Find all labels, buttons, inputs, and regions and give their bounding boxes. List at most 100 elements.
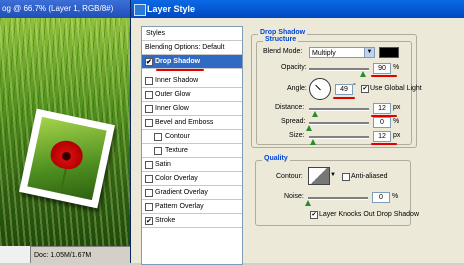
style-item-label: Satin bbox=[155, 161, 171, 168]
size-label: Size: bbox=[289, 132, 305, 139]
document-size: Doc: 1.05M/1.67M bbox=[34, 252, 92, 259]
contour-label: Contour: bbox=[276, 173, 303, 180]
opacity-label: Opacity: bbox=[281, 64, 307, 71]
drop-shadow-checkbox[interactable]: ✔ bbox=[145, 58, 153, 66]
check-mark-icon: ✔ bbox=[146, 218, 152, 225]
annotation-underline bbox=[333, 97, 355, 99]
styles-header-label: Styles bbox=[146, 30, 166, 37]
distance-input[interactable]: 12 bbox=[373, 103, 391, 114]
style-item-label: Bevel and Emboss bbox=[155, 119, 214, 126]
contour-picker[interactable] bbox=[308, 167, 330, 185]
blend-mode-label: Blend Mode: bbox=[263, 48, 303, 55]
noise-input[interactable]: 0 bbox=[372, 192, 390, 203]
style-item-contour[interactable]: Contour bbox=[142, 130, 242, 144]
quality-title: Quality bbox=[262, 155, 290, 162]
size-slider-thumb[interactable] bbox=[310, 139, 316, 145]
poppy-stem bbox=[60, 166, 68, 189]
anti-aliased-checkbox[interactable] bbox=[342, 173, 350, 181]
angle-dial[interactable] bbox=[309, 78, 331, 100]
knockout-checkbox[interactable]: ✔ bbox=[310, 211, 318, 219]
style-item-satin[interactable]: Satin bbox=[142, 158, 242, 172]
angle-label: Angle: bbox=[287, 85, 307, 92]
blend-mode-value: Multiply bbox=[312, 50, 336, 57]
style-item-label: Inner Glow bbox=[155, 105, 189, 112]
document-canvas[interactable] bbox=[0, 18, 140, 246]
structure-title: Structure bbox=[263, 36, 299, 43]
distance-unit: px bbox=[393, 104, 401, 111]
style-checkbox[interactable] bbox=[145, 203, 153, 211]
framed-photo bbox=[19, 108, 115, 209]
opacity-unit: % bbox=[393, 64, 400, 71]
style-item-label: Stroke bbox=[155, 217, 176, 224]
document-window: og @ 66.7% (Layer 1, RGB/8#) Doc: 1.05M/… bbox=[0, 0, 140, 263]
style-checkbox[interactable] bbox=[154, 147, 162, 155]
spread-slider-thumb[interactable] bbox=[306, 125, 312, 131]
style-item-label: Contour bbox=[165, 133, 190, 140]
style-item-pattern-overlay[interactable]: Pattern Overlay bbox=[142, 200, 242, 214]
dialog-title-bar[interactable]: Layer Style bbox=[131, 0, 464, 18]
style-checkbox[interactable] bbox=[145, 119, 153, 127]
zoom-field[interactable] bbox=[0, 246, 31, 263]
opacity-input[interactable]: 90 bbox=[373, 63, 391, 74]
size-slider[interactable] bbox=[309, 136, 369, 139]
style-item-gradient-overlay[interactable]: Gradient Overlay bbox=[142, 186, 242, 200]
spread-unit: % bbox=[393, 118, 400, 125]
style-checkbox[interactable] bbox=[145, 77, 153, 85]
style-item-bevel-emboss[interactable]: Bevel and Emboss bbox=[142, 116, 242, 130]
style-item-label: Pattern Overlay bbox=[155, 203, 204, 210]
blend-mode-select[interactable]: Multiply ▼ bbox=[309, 47, 375, 58]
spread-input[interactable]: 0 bbox=[373, 117, 391, 128]
noise-slider-thumb[interactable] bbox=[305, 200, 311, 206]
use-global-light-checkbox[interactable]: ✔ bbox=[361, 85, 369, 93]
annotation-underline bbox=[371, 143, 397, 145]
style-item-color-overlay[interactable]: Color Overlay bbox=[142, 172, 242, 186]
poppy-flower bbox=[48, 137, 86, 172]
style-checkbox[interactable] bbox=[145, 189, 153, 197]
angle-needle-icon bbox=[315, 84, 321, 91]
spread-slider[interactable] bbox=[309, 122, 369, 125]
style-item-blending-options[interactable]: Blending Options: Default bbox=[142, 41, 242, 55]
style-item-drop-shadow[interactable]: ✔ Drop Shadow bbox=[142, 55, 242, 69]
quality-group: Quality Contour: ▼ Anti-aliased Noise: 0… bbox=[255, 155, 419, 226]
drop-shadow-group: Drop Shadow Structure Blend Mode: Multip… bbox=[251, 29, 422, 148]
style-item-inner-glow[interactable]: Inner Glow bbox=[142, 102, 242, 116]
style-item-texture[interactable]: Texture bbox=[142, 144, 242, 158]
style-item-stroke[interactable]: ✔ Stroke bbox=[142, 214, 242, 228]
size-unit: px bbox=[393, 132, 401, 139]
chevron-down-icon: ▼ bbox=[364, 48, 374, 57]
distance-slider-thumb[interactable] bbox=[312, 111, 318, 117]
style-checkbox[interactable] bbox=[154, 133, 162, 141]
style-item-label: Drop Shadow bbox=[155, 58, 201, 65]
distance-slider[interactable] bbox=[309, 108, 369, 111]
document-title: og @ 66.7% (Layer 1, RGB/8#) bbox=[0, 0, 140, 18]
knockout-label: Layer Knocks Out Drop Shadow bbox=[319, 211, 419, 218]
noise-slider[interactable] bbox=[308, 197, 368, 200]
opacity-slider-thumb[interactable] bbox=[360, 71, 366, 77]
style-checkbox[interactable] bbox=[145, 161, 153, 169]
annotation-underline bbox=[156, 69, 204, 71]
style-item-label: Color Overlay bbox=[155, 175, 198, 182]
styles-header[interactable]: Styles bbox=[142, 27, 242, 41]
angle-unit: ° bbox=[353, 83, 356, 90]
chevron-down-icon[interactable]: ▼ bbox=[330, 172, 336, 178]
noise-label: Noise: bbox=[284, 193, 304, 200]
size-input[interactable]: 12 bbox=[373, 131, 391, 142]
style-item-inner-shadow[interactable]: Inner Shadow bbox=[142, 74, 242, 88]
style-item-label: Outer Glow bbox=[155, 91, 191, 98]
shadow-color-swatch[interactable] bbox=[379, 47, 399, 58]
style-item-outer-glow[interactable]: Outer Glow bbox=[142, 88, 242, 102]
anti-aliased-label: Anti-aliased bbox=[351, 173, 388, 180]
drop-shadow-title: Drop Shadow bbox=[258, 29, 308, 36]
style-checkbox[interactable] bbox=[145, 105, 153, 113]
layer-style-dialog: Layer Style Styles Blending Options: Def… bbox=[130, 0, 464, 265]
use-global-light-label: Use Global Light bbox=[370, 85, 422, 92]
dialog-title: Layer Style bbox=[147, 4, 196, 14]
distance-label: Distance: bbox=[275, 104, 305, 111]
spread-label: Spread: bbox=[281, 118, 306, 125]
noise-unit: % bbox=[392, 193, 399, 200]
structure-group: Structure Blend Mode: Multiply ▼ Opacity… bbox=[256, 36, 422, 145]
stroke-checkbox[interactable]: ✔ bbox=[145, 217, 153, 225]
angle-input[interactable]: 49 bbox=[335, 84, 353, 95]
style-checkbox[interactable] bbox=[145, 91, 153, 99]
style-checkbox[interactable] bbox=[145, 175, 153, 183]
